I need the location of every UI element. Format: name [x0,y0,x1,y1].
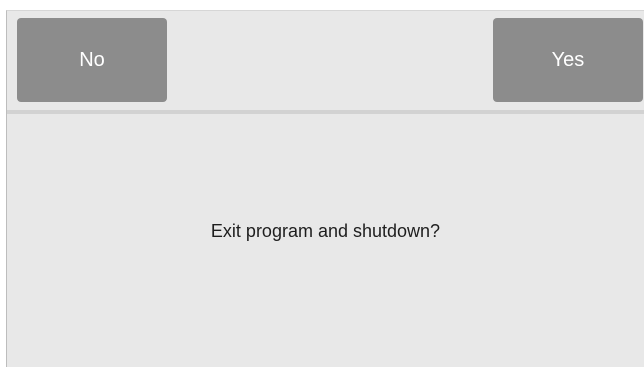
shutdown-dialog: No Yes Exit program and shutdown? [6,10,644,367]
dialog-message-area: Exit program and shutdown? [7,114,644,368]
yes-button-label: Yes [551,48,585,71]
no-button[interactable]: No [17,18,167,102]
yes-button[interactable]: Yes [493,18,643,102]
no-button-label: No [79,48,105,71]
confirmation-message: Exit program and shutdown? [210,220,441,241]
dialog-button-bar: No Yes [7,11,644,114]
